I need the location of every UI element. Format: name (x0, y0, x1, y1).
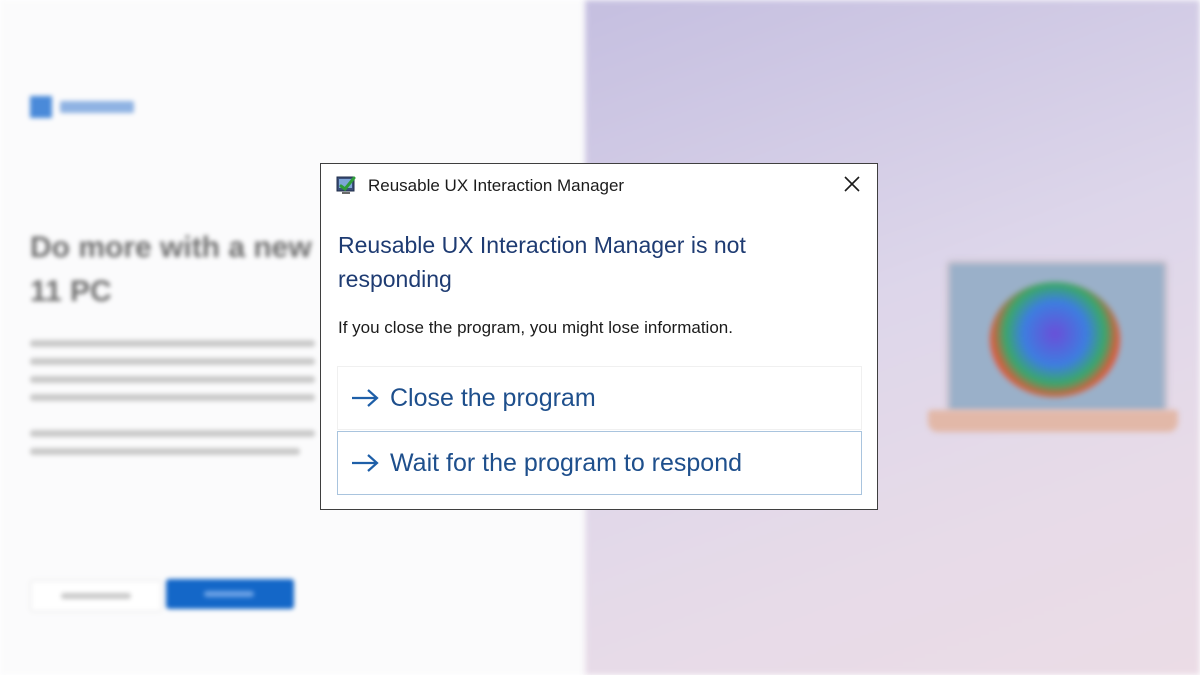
background-text-line (30, 448, 300, 455)
background-text-line (30, 340, 315, 347)
wait-for-program-button[interactable]: Wait for the program to respond (337, 431, 862, 495)
arrow-right-icon (350, 451, 382, 475)
screen: Do more with a new 11 PC Reusable UX Int… (0, 0, 1200, 675)
background-heading-line: Do more with a new (30, 231, 312, 264)
background-text-line (30, 430, 315, 437)
app-icon (335, 174, 357, 196)
dialog-titlebar[interactable]: Reusable UX Interaction Manager (321, 164, 877, 208)
background-heading-line: 11 PC (30, 275, 112, 308)
bloom-wallpaper-icon (990, 282, 1120, 397)
background-heading: Do more with a new 11 PC (30, 226, 330, 314)
background-text-line (30, 394, 315, 401)
background-text-line (30, 358, 315, 365)
background-primary-button (166, 579, 294, 609)
close-button[interactable] (837, 172, 867, 200)
windows-logo-text (60, 101, 134, 113)
main-instruction: Reusable UX Interaction Manager is not r… (338, 232, 746, 292)
close-program-label: Close the program (390, 383, 596, 412)
laptop-image (946, 260, 1168, 414)
close-icon (844, 175, 860, 197)
close-program-button[interactable]: Close the program (337, 366, 862, 430)
content-text: If you close the program, you might lose… (338, 318, 733, 337)
background-secondary-button (30, 580, 162, 612)
windows-logo-icon (30, 96, 52, 118)
laptop-base (928, 410, 1178, 432)
windows-logo (30, 96, 134, 118)
not-responding-dialog: Reusable UX Interaction Manager Reusable… (320, 163, 878, 510)
arrow-right-icon (350, 386, 382, 410)
background-text-line (30, 376, 315, 383)
wait-for-program-label: Wait for the program to respond (390, 448, 743, 477)
dialog-title: Reusable UX Interaction Manager (368, 176, 625, 195)
